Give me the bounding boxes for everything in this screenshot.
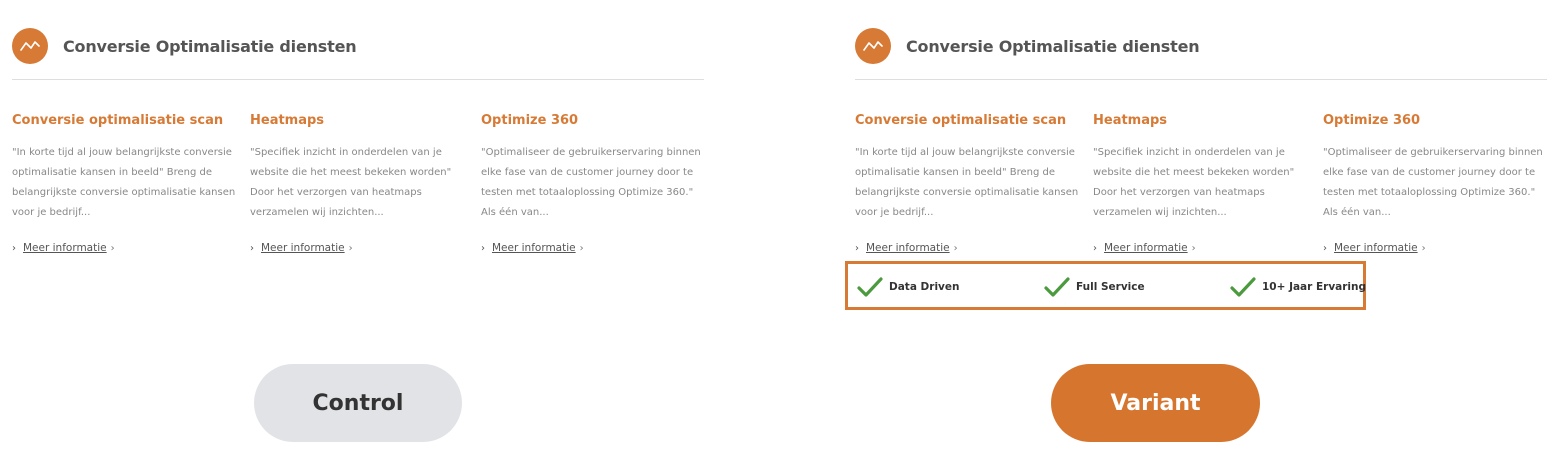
chevron-right-icon: ›: [855, 242, 859, 254]
variant-label: Variant: [1051, 364, 1260, 442]
line-chart-icon: [12, 28, 48, 64]
more-info-link[interactable]: › Meer informatie ›: [12, 241, 240, 255]
service-card-scan: Conversie optimalisatie scan "In korte t…: [855, 112, 1083, 255]
usp-item: 10+ Jaar Ervaring: [1230, 276, 1366, 298]
chevron-right-icon: ›: [12, 242, 16, 254]
line-chart-icon: [855, 28, 891, 64]
checkmark-icon: [1230, 277, 1256, 297]
service-title[interactable]: Conversie optimalisatie scan: [12, 112, 240, 130]
service-card-heatmaps: Heatmaps "Specifiek inzicht in onderdele…: [1093, 112, 1301, 255]
checkmark-icon: [1044, 277, 1070, 297]
chevron-right-icon: ›: [1191, 242, 1196, 254]
service-description: "Specifiek inzicht in onderdelen van je …: [1093, 147, 1295, 218]
more-info-link-text[interactable]: Meer informatie: [261, 242, 345, 254]
usp-label: Full Service: [1076, 281, 1145, 293]
more-info-link-text[interactable]: Meer informatie: [492, 242, 576, 254]
chevron-right-icon: ›: [110, 242, 115, 254]
service-title[interactable]: Optimize 360: [1323, 112, 1547, 130]
control-label: Control: [254, 364, 462, 442]
service-description: "In korte tijd al jouw belangrijkste con…: [12, 147, 236, 218]
more-info-link[interactable]: › Meer informatie ›: [250, 241, 458, 255]
chevron-right-icon: ›: [953, 242, 958, 254]
usp-item: Data Driven: [857, 276, 960, 298]
more-info-link-text[interactable]: Meer informatie: [1104, 242, 1188, 254]
chevron-right-icon: ›: [250, 242, 254, 254]
chevron-right-icon: ›: [1323, 242, 1327, 254]
service-card-optimize-360: Optimize 360 "Optimaliseer de gebruikers…: [481, 112, 704, 255]
service-description: "Specifiek inzicht in onderdelen van je …: [250, 147, 452, 218]
service-card-heatmaps: Heatmaps "Specifiek inzicht in onderdele…: [250, 112, 458, 255]
more-info-link[interactable]: › Meer informatie ›: [1323, 241, 1547, 255]
chevron-right-icon: ›: [1093, 242, 1097, 254]
service-card-scan: Conversie optimalisatie scan "In korte t…: [12, 112, 240, 255]
more-info-link[interactable]: › Meer informatie ›: [1093, 241, 1301, 255]
service-card-optimize-360: Optimize 360 "Optimaliseer de gebruikers…: [1323, 112, 1547, 255]
usp-item: Full Service: [1044, 276, 1145, 298]
more-info-link[interactable]: › Meer informatie ›: [855, 241, 1083, 255]
divider: [12, 79, 704, 80]
more-info-link-text[interactable]: Meer informatie: [866, 242, 950, 254]
section-title: Conversie Optimalisatie diensten: [63, 36, 357, 56]
checkmark-icon: [857, 277, 883, 297]
section-header: Conversie Optimalisatie diensten: [12, 28, 357, 64]
chevron-right-icon: ›: [1421, 242, 1426, 254]
divider: [855, 79, 1547, 80]
more-info-link[interactable]: › Meer informatie ›: [481, 241, 704, 255]
section-header: Conversie Optimalisatie diensten: [855, 28, 1200, 64]
service-description: "In korte tijd al jouw belangrijkste con…: [855, 147, 1079, 218]
more-info-link-text[interactable]: Meer informatie: [23, 242, 107, 254]
section-title: Conversie Optimalisatie diensten: [906, 36, 1200, 56]
chevron-right-icon: ›: [579, 242, 584, 254]
service-description: "Optimaliseer de gebruikerservaring binn…: [481, 147, 701, 218]
chevron-right-icon: ›: [348, 242, 353, 254]
more-info-link-text[interactable]: Meer informatie: [1334, 242, 1418, 254]
service-title[interactable]: Heatmaps: [1093, 112, 1301, 130]
usp-label: 10+ Jaar Ervaring: [1262, 281, 1367, 293]
service-title[interactable]: Conversie optimalisatie scan: [855, 112, 1083, 130]
service-description: "Optimaliseer de gebruikerservaring binn…: [1323, 147, 1543, 218]
usp-label: Data Driven: [889, 281, 960, 293]
chevron-right-icon: ›: [481, 242, 485, 254]
service-title[interactable]: Optimize 360: [481, 112, 704, 130]
usp-highlight-box: Data Driven Full Service 10+ Jaar Ervari…: [845, 261, 1366, 310]
service-title[interactable]: Heatmaps: [250, 112, 458, 130]
